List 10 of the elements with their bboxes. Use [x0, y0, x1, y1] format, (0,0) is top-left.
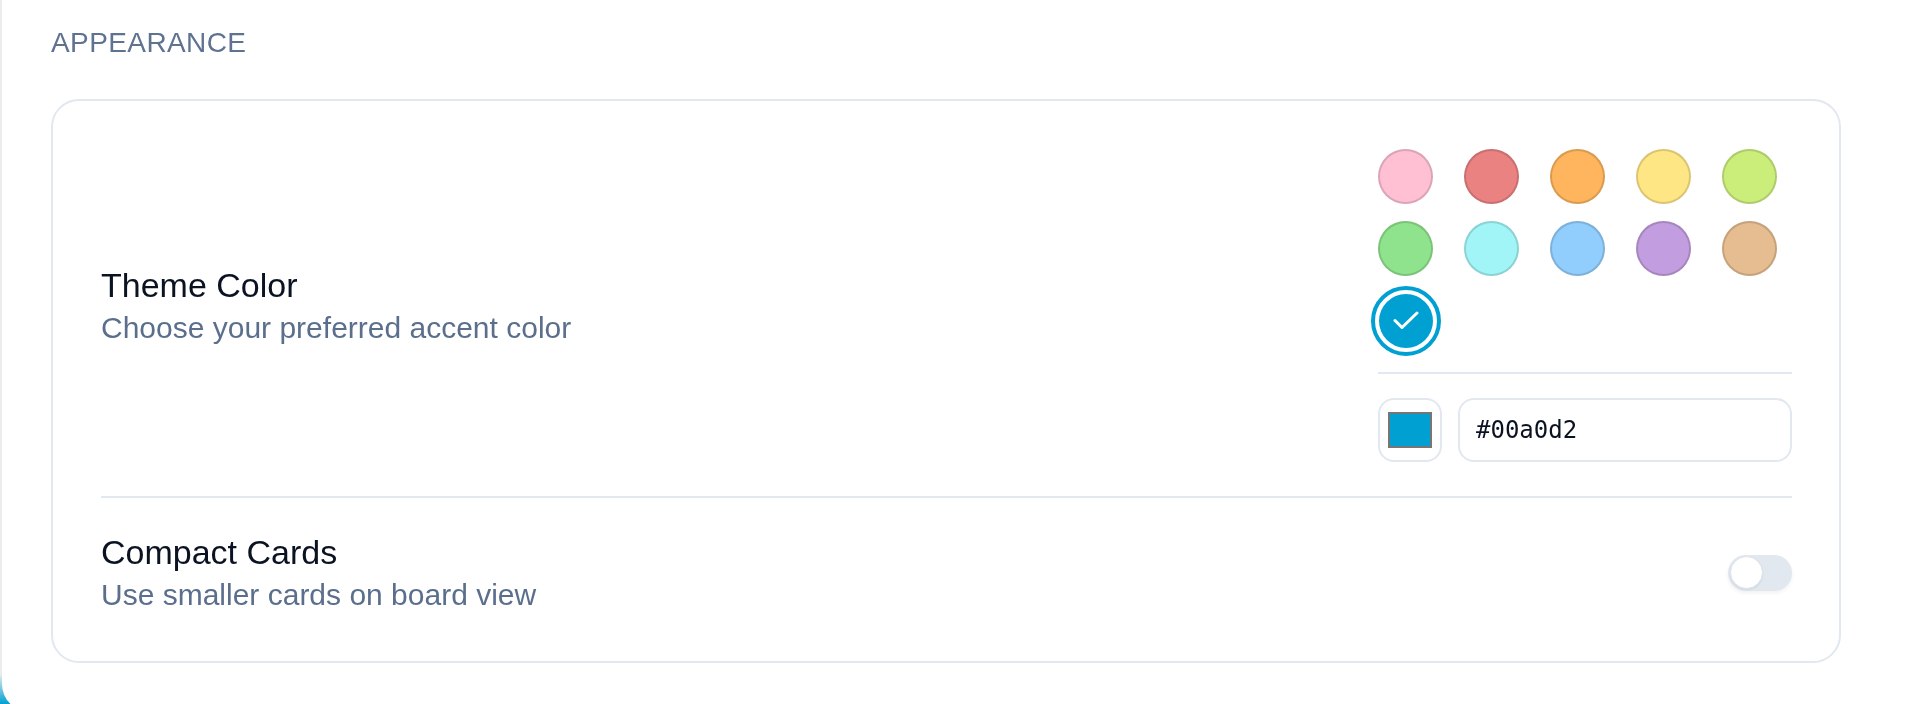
color-picker-button[interactable]: [1378, 398, 1442, 462]
toggle-switch[interactable]: [1728, 554, 1792, 591]
setting-description: Use smaller cards on board view: [101, 577, 537, 613]
setting-description: Choose your preferred accent color: [101, 310, 572, 346]
hex-color-field[interactable]: #00a0d2: [1458, 398, 1792, 462]
section-heading: APPEARANCE: [51, 26, 247, 60]
check-icon: [1392, 311, 1419, 330]
color-preview-icon: [1388, 412, 1432, 448]
setting-title: Compact Cards: [101, 532, 339, 573]
setting-title: Theme Color: [101, 265, 299, 306]
